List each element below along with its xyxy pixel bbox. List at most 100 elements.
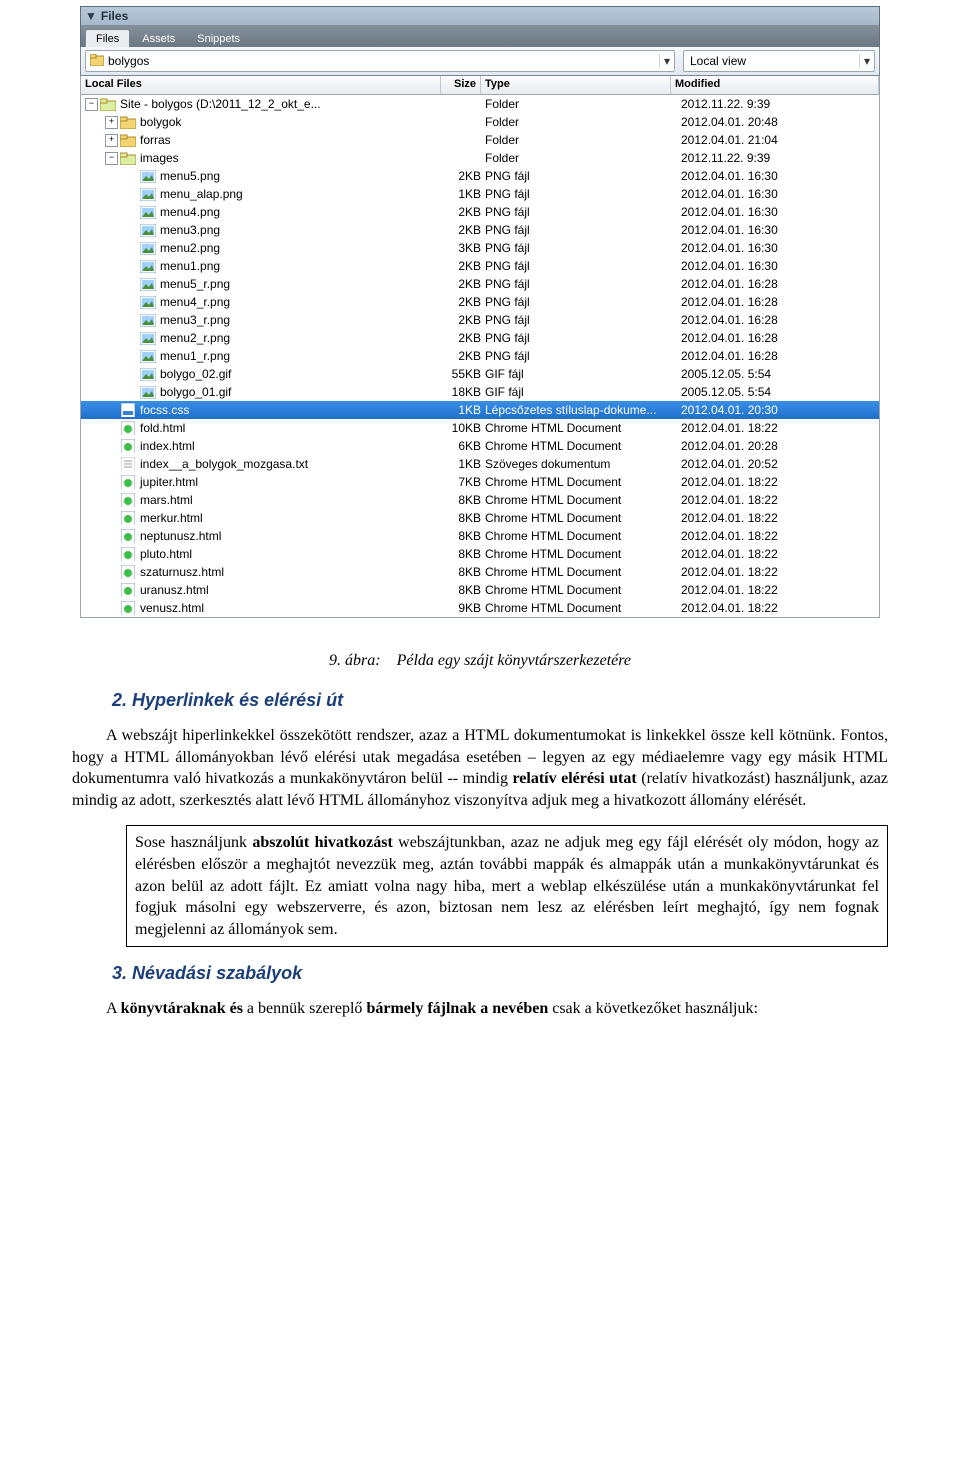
file-row[interactable]: menu_alap.png1KBPNG fájl2012.04.01. 16:3… bbox=[81, 185, 879, 203]
file-type: Chrome HTML Document bbox=[483, 475, 675, 489]
file-row[interactable]: +forrasFolder2012.04.01. 21:04 bbox=[81, 131, 879, 149]
file-row[interactable]: bolygo_02.gif55KBGIF fájl2005.12.05. 5:5… bbox=[81, 365, 879, 383]
file-name: images bbox=[140, 151, 179, 165]
file-size: 2KB bbox=[441, 349, 483, 363]
css-icon bbox=[120, 403, 136, 417]
file-name: mars.html bbox=[140, 493, 193, 507]
file-modified: 2012.04.01. 16:28 bbox=[675, 331, 879, 345]
file-name: menu2_r.png bbox=[160, 331, 230, 345]
file-size: 2KB bbox=[441, 205, 483, 219]
view-combo[interactable]: Local view ▾ bbox=[683, 50, 875, 72]
file-row[interactable]: bolygo_01.gif18KBGIF fájl2005.12.05. 5:5… bbox=[81, 383, 879, 401]
file-type: Chrome HTML Document bbox=[483, 493, 675, 507]
file-row[interactable]: menu5.png2KBPNG fájl2012.04.01. 16:30 bbox=[81, 167, 879, 185]
file-size: 10KB bbox=[441, 421, 483, 435]
file-row[interactable]: index__a_bolygok_mozgasa.txt1KBSzöveges … bbox=[81, 455, 879, 473]
file-modified: 2012.04.01. 18:22 bbox=[675, 583, 879, 597]
file-type: Chrome HTML Document bbox=[483, 421, 675, 435]
col-modified[interactable]: Modified bbox=[671, 76, 879, 94]
chevron-down-icon[interactable]: ▾ bbox=[659, 54, 674, 68]
file-row[interactable]: menu1.png2KBPNG fájl2012.04.01. 16:30 bbox=[81, 257, 879, 275]
file-row[interactable]: mars.html8KBChrome HTML Document2012.04.… bbox=[81, 491, 879, 509]
tab-files[interactable]: Files bbox=[85, 29, 130, 47]
file-row[interactable]: menu4.png2KBPNG fájl2012.04.01. 16:30 bbox=[81, 203, 879, 221]
panel-header[interactable]: ▼ Files bbox=[80, 6, 880, 25]
collapse-toggle[interactable]: − bbox=[85, 98, 98, 111]
img-icon bbox=[140, 169, 156, 183]
file-row[interactable]: menu2_r.png2KBPNG fájl2012.04.01. 16:28 bbox=[81, 329, 879, 347]
file-size: 8KB bbox=[441, 493, 483, 507]
file-name: Site - bolygos (D:\2011_12_2_okt_e... bbox=[120, 97, 321, 111]
file-row[interactable]: menu1_r.png 2KBPNG fájl2012.04.01. 16:28 bbox=[81, 347, 879, 365]
col-type[interactable]: Type bbox=[481, 76, 671, 94]
file-row[interactable]: merkur.html8KBChrome HTML Document2012.0… bbox=[81, 509, 879, 527]
file-size: 18KB bbox=[441, 385, 483, 399]
folder-open-icon bbox=[120, 151, 136, 165]
file-name: merkur.html bbox=[140, 511, 203, 525]
img-icon bbox=[140, 187, 156, 201]
file-row[interactable]: uranusz.html8KBChrome HTML Document2012.… bbox=[81, 581, 879, 599]
tab-assets[interactable]: Assets bbox=[132, 30, 185, 47]
file-name: bolygok bbox=[140, 115, 181, 129]
file-row[interactable]: focss.css1KBLépcsőzetes stíluslap-dokume… bbox=[81, 401, 879, 419]
file-name: forras bbox=[140, 133, 171, 147]
file-modified: 2012.04.01. 16:28 bbox=[675, 295, 879, 309]
file-row[interactable]: menu3.png2KBPNG fájl2012.04.01. 16:30 bbox=[81, 221, 879, 239]
collapse-icon[interactable]: ▼ bbox=[85, 9, 97, 23]
collapse-toggle[interactable]: − bbox=[105, 152, 118, 165]
file-row[interactable]: jupiter.html7KBChrome HTML Document2012.… bbox=[81, 473, 879, 491]
file-row[interactable]: menu5_r.png2KBPNG fájl2012.04.01. 16:28 bbox=[81, 275, 879, 293]
file-size: 8KB bbox=[441, 529, 483, 543]
file-modified: 2012.04.01. 18:22 bbox=[675, 421, 879, 435]
file-row[interactable]: menu3_r.png2KBPNG fájl2012.04.01. 16:28 bbox=[81, 311, 879, 329]
file-type: Folder bbox=[483, 151, 675, 165]
file-row[interactable]: index.html6KBChrome HTML Document2012.04… bbox=[81, 437, 879, 455]
file-name: venusz.html bbox=[140, 601, 204, 615]
file-modified: 2012.04.01. 16:30 bbox=[675, 259, 879, 273]
file-row[interactable]: −imagesFolder2012.11.22. 9:39 bbox=[81, 149, 879, 167]
file-modified: 2005.12.05. 5:54 bbox=[675, 385, 879, 399]
file-modified: 2012.04.01. 20:28 bbox=[675, 439, 879, 453]
file-size: 7KB bbox=[441, 475, 483, 489]
file-size: 1KB bbox=[441, 403, 483, 417]
file-modified: 2012.04.01. 16:30 bbox=[675, 241, 879, 255]
file-modified: 2012.11.22. 9:39 bbox=[675, 97, 879, 111]
file-row[interactable]: menu4_r.png2KBPNG fájl2012.04.01. 16:28 bbox=[81, 293, 879, 311]
file-type: PNG fájl bbox=[483, 349, 675, 363]
folder-icon bbox=[120, 115, 136, 129]
col-size[interactable]: Size bbox=[441, 76, 481, 94]
file-size: 1KB bbox=[441, 187, 483, 201]
files-panel: ▼ Files Files Assets Snippets bolygos ▾ … bbox=[80, 6, 880, 618]
expand-toggle[interactable]: + bbox=[105, 116, 118, 129]
file-row[interactable]: fold.html10KBChrome HTML Document2012.04… bbox=[81, 419, 879, 437]
file-tree[interactable]: − Site - bolygos (D:\2011_12_2_okt_e... Fo… bbox=[80, 95, 880, 618]
file-name: menu1_r.png bbox=[160, 349, 230, 363]
file-row[interactable]: venusz.html9KBChrome HTML Document2012.0… bbox=[81, 599, 879, 617]
file-row[interactable]: pluto.html8KBChrome HTML Document2012.04… bbox=[81, 545, 879, 563]
section-3-body: A könyvtáraknak és a bennük szereplő bár… bbox=[72, 998, 888, 1020]
file-row[interactable]: +bolygokFolder2012.04.01. 20:48 bbox=[81, 113, 879, 131]
html-icon bbox=[120, 475, 136, 489]
file-name: menu2.png bbox=[160, 241, 220, 255]
chevron-down-icon[interactable]: ▾ bbox=[859, 54, 874, 68]
file-size: 2KB bbox=[441, 259, 483, 273]
file-row[interactable]: szaturnusz.html8KBChrome HTML Document20… bbox=[81, 563, 879, 581]
file-name: menu3.png bbox=[160, 223, 220, 237]
file-size: 8KB bbox=[441, 565, 483, 579]
tab-strip: Files Assets Snippets bbox=[80, 25, 880, 47]
folder-icon bbox=[120, 133, 136, 147]
file-row[interactable]: −Site - bolygos (D:\2011_12_2_okt_e...Fo… bbox=[81, 95, 879, 113]
site-combo[interactable]: bolygos ▾ bbox=[85, 50, 675, 72]
file-modified: 2012.04.01. 18:22 bbox=[675, 529, 879, 543]
file-size: 3KB bbox=[441, 241, 483, 255]
folder-icon bbox=[90, 54, 104, 69]
expand-toggle[interactable]: + bbox=[105, 134, 118, 147]
file-modified: 2012.04.01. 16:28 bbox=[675, 349, 879, 363]
tab-snippets[interactable]: Snippets bbox=[187, 30, 250, 47]
section-3-title: 3. Névadási szabályok bbox=[112, 963, 888, 984]
file-row[interactable]: menu2.png3KBPNG fájl2012.04.01. 16:30 bbox=[81, 239, 879, 257]
toolbar: bolygos ▾ Local view ▾ bbox=[80, 47, 880, 76]
col-local-files[interactable]: Local Files bbox=[81, 76, 441, 94]
file-row[interactable]: neptunusz.html8KBChrome HTML Document201… bbox=[81, 527, 879, 545]
file-type: Chrome HTML Document bbox=[483, 583, 675, 597]
